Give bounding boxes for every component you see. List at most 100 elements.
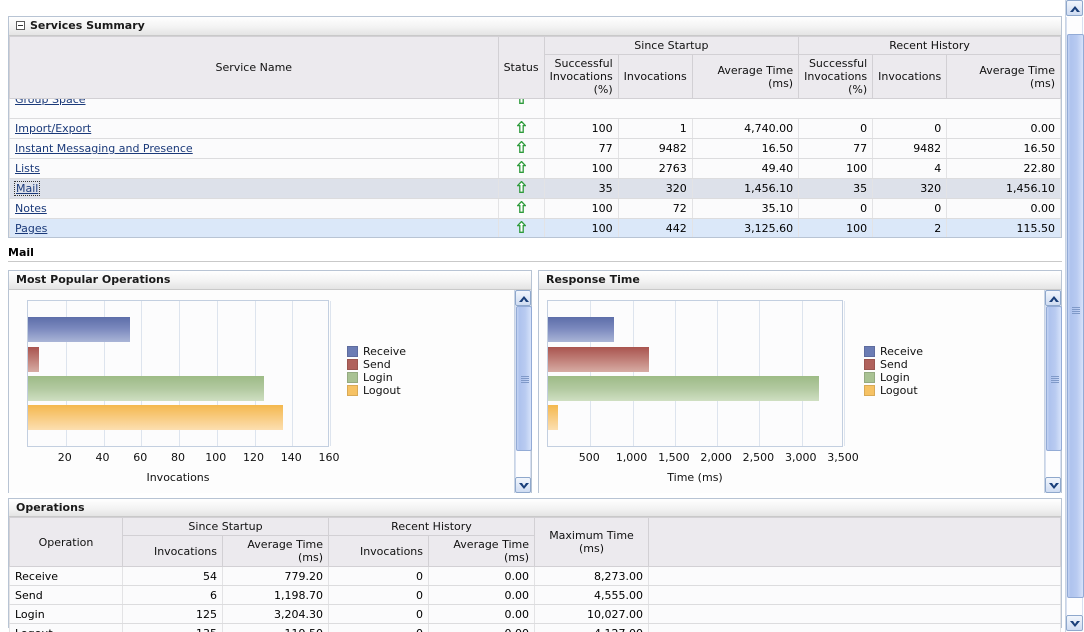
table-row[interactable]: Logout135119.5000.004,127.00 xyxy=(9,623,1061,632)
col-rh-invocations[interactable]: Invocations xyxy=(872,54,948,99)
status-up-arrow-icon xyxy=(517,98,526,105)
table-row[interactable]: Lists 100 2763 49.40 100 4 22.80 xyxy=(9,158,1061,179)
scroll-down-button[interactable] xyxy=(515,477,531,493)
table-row-clipped: Group Space xyxy=(9,98,1061,119)
cell-maximum-time: 4,127.00 xyxy=(534,623,649,632)
chart-left-vertical-scrollbar[interactable] xyxy=(514,290,532,493)
cell-service-name[interactable]: Notes xyxy=(9,198,499,219)
table-row[interactable]: Pages 100 442 3,125.60 100 2 115.50 xyxy=(9,218,1061,237)
cell-rh-invocations: 320 xyxy=(872,178,948,199)
services-summary-thead: Service Name Status Since Startup Recent… xyxy=(9,36,1061,99)
cell-rh-average-time: 0.00 xyxy=(428,623,535,632)
table-row[interactable]: Login 125 3,204.30 0 0.00 10,027.00 xyxy=(9,604,1061,624)
page-scroll-thumb[interactable] xyxy=(1067,34,1084,598)
col-rh-average-time[interactable]: Average Time (ms) xyxy=(428,535,535,567)
legend-swatch xyxy=(864,385,875,396)
services-summary-table: Service Name Status Since Startup Recent… xyxy=(9,36,1061,237)
bar-logout xyxy=(548,405,558,430)
cell-rh-successful-pct: 100 xyxy=(798,158,874,179)
col-maximum-time[interactable]: Maximum Time (ms) xyxy=(534,517,649,567)
service-name-link[interactable]: Import/Export xyxy=(15,122,91,135)
cell-rh-average-time: 0.00 xyxy=(428,566,535,586)
clipped-values xyxy=(543,98,1061,119)
cell-service-name[interactable]: Instant Messaging and Presence xyxy=(9,138,499,159)
x-tick-label: 160 xyxy=(318,451,340,464)
table-row[interactable]: Mail 35 320 1,456.10 35 320 1,456.10 xyxy=(9,178,1061,199)
cell-ss-invocations: 54 xyxy=(122,566,223,586)
table-row[interactable]: Receive 54 779.20 0 0.00 8,273.00 xyxy=(9,566,1061,586)
col-ss-successful-pct[interactable]: Successful Invocations (%) xyxy=(543,54,619,99)
cell-ss-successful-pct: 77 xyxy=(543,138,619,159)
col-rh-successful-pct[interactable]: Successful Invocations (%) xyxy=(798,54,874,99)
scroll-down-button[interactable] xyxy=(1045,477,1061,493)
table-row[interactable]: Notes 100 72 35.10 0 0 0.00 xyxy=(9,198,1061,219)
scroll-track[interactable] xyxy=(1045,306,1062,477)
most-popular-operations-panel: Most Popular Operations 20 40 60 80 100 120 14… xyxy=(8,270,532,493)
service-name-link[interactable]: Notes xyxy=(15,202,47,215)
legend-item: Receive xyxy=(347,345,406,358)
cell-operation: Logout xyxy=(9,623,123,632)
scroll-up-button[interactable] xyxy=(515,290,531,306)
legend-swatch xyxy=(347,359,358,370)
scroll-thumb[interactable] xyxy=(516,306,532,451)
cell-rh-successful-pct: 77 xyxy=(798,138,874,159)
legend-swatch xyxy=(864,346,875,357)
cell-rh-successful-pct: 35 xyxy=(798,178,874,199)
service-name-link[interactable]: Pages xyxy=(15,222,47,235)
chart-right-vertical-scrollbar[interactable] xyxy=(1044,290,1062,493)
collapse-minus-icon[interactable] xyxy=(16,21,25,30)
operations-tbody: Receive 54 779.20 0 0.00 8,273.00 Send 6 1,198.7… xyxy=(9,566,1061,632)
page-scroll-up-button[interactable] xyxy=(1066,0,1083,16)
cell-service-name[interactable]: Pages xyxy=(9,218,499,237)
legend-label: Logout xyxy=(880,384,918,397)
most-popular-operations-header: Most Popular Operations xyxy=(9,271,531,290)
col-operation[interactable]: Operation xyxy=(9,517,123,567)
cell-status xyxy=(497,198,545,219)
legend-label: Receive xyxy=(880,345,924,358)
service-name-link[interactable]: Mail xyxy=(16,182,38,195)
col-ss-invocations[interactable]: Invocations xyxy=(122,535,223,567)
plot-area xyxy=(27,300,331,447)
col-rh-average-time[interactable]: Average Time (ms) xyxy=(946,54,1061,99)
col-rh-invocations[interactable]: Invocations xyxy=(328,535,429,567)
service-name-link[interactable]: Instant Messaging and Presence xyxy=(15,142,193,155)
col-ss-average-time[interactable]: Average Time (ms) xyxy=(691,54,800,99)
cell-service-name[interactable]: Lists xyxy=(9,158,499,179)
cell-ss-invocations: 2763 xyxy=(617,158,693,179)
page-scroll-down-button[interactable] xyxy=(1066,615,1083,631)
legend-item: Login xyxy=(347,371,406,384)
detail-section-label: Mail xyxy=(8,246,1062,262)
cell-service-name[interactable]: Mail xyxy=(9,178,499,199)
page-scroll-track[interactable] xyxy=(1066,17,1084,615)
col-ss-invocations[interactable]: Invocations xyxy=(617,54,693,99)
cell-ss-average-time: 35.10 xyxy=(691,198,800,219)
scroll-thumb[interactable] xyxy=(1046,306,1062,451)
grid-line xyxy=(759,301,760,446)
table-row[interactable]: Instant Messaging and Presence 77 9482 16.5… xyxy=(9,138,1061,159)
scroll-up-button[interactable] xyxy=(1045,290,1061,306)
clipped-service-name: Group Space xyxy=(9,98,499,119)
cell-rh-invocations: 0 xyxy=(328,604,429,624)
col-spacer xyxy=(648,517,1061,567)
cell-ss-successful-pct: 100 xyxy=(543,198,619,219)
scroll-grip-icon xyxy=(521,376,529,383)
col-service-name[interactable]: Service Name xyxy=(9,36,499,99)
grid-line xyxy=(717,301,718,446)
status-up-arrow-icon xyxy=(516,161,526,173)
cell-service-name[interactable]: Import/Export xyxy=(9,118,499,139)
cell-ss-average-time: 4,740.00 xyxy=(691,118,800,139)
scroll-track[interactable] xyxy=(515,306,532,477)
cell-rh-successful-pct: 0 xyxy=(798,118,874,139)
col-group-recent-history: Recent History xyxy=(328,517,535,536)
table-row[interactable]: Import/Export 100 1 4,740.00 0 0 0.00 xyxy=(9,118,1061,139)
cell-ss-successful-pct: 100 xyxy=(543,118,619,139)
service-name-link[interactable]: Lists xyxy=(15,162,40,175)
cell-rh-average-time: 0.00 xyxy=(946,118,1061,139)
chart-legend: Receive Send Login Logout xyxy=(347,345,406,397)
page-vertical-scrollbar[interactable] xyxy=(1065,0,1084,632)
col-status[interactable]: Status xyxy=(497,36,545,99)
cell-rh-invocations: 9482 xyxy=(872,138,948,159)
col-ss-average-time[interactable]: Average Time (ms) xyxy=(222,535,329,567)
table-row[interactable]: Send 6 1,198.70 0 0.00 4,555.00 xyxy=(9,585,1061,605)
status-up-arrow-icon xyxy=(516,201,526,213)
